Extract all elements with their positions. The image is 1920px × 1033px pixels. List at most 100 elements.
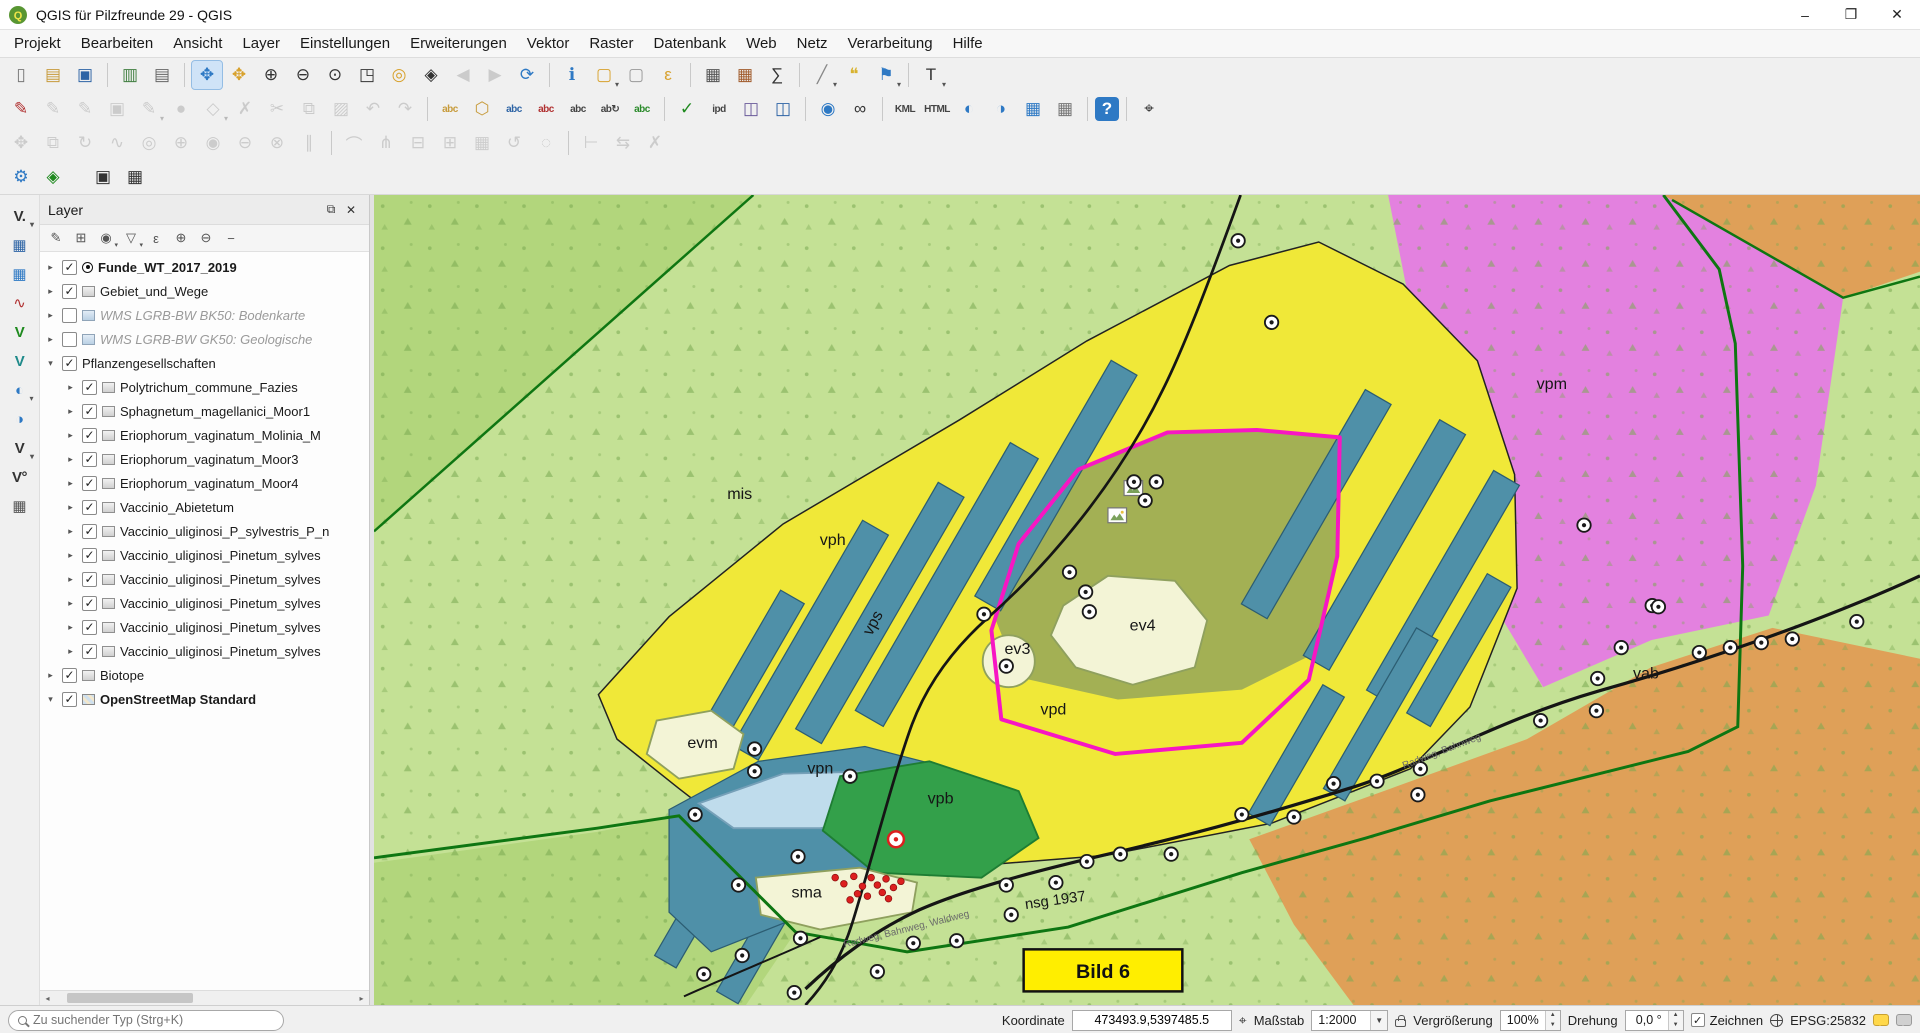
expander-icon[interactable]: ▾ <box>44 358 57 369</box>
map-canvas[interactable]: Radweg, Bahnweg, WaldwegRadweg, Bahnwegn… <box>374 195 1920 1005</box>
expander-icon[interactable]: ▸ <box>44 334 57 345</box>
expander-icon[interactable]: ▸ <box>64 382 77 393</box>
digitizing-dock-button[interactable]: ✎ <box>38 95 68 123</box>
layer-visibility-checkbox[interactable] <box>62 668 77 683</box>
layer-label[interactable]: Polytrichum_commune_Fazies <box>120 380 298 395</box>
vertex-editor-panel-button[interactable]: V. <box>6 203 34 229</box>
scroll-right-icon[interactable]: ▸ <box>354 991 369 1005</box>
layer-visibility-checkbox[interactable] <box>62 284 77 299</box>
menu-item[interactable]: Web <box>736 30 787 57</box>
layer-visibility-checkbox[interactable] <box>82 644 97 659</box>
select-features-button[interactable]: ▢ <box>589 61 619 89</box>
reshape-features-button[interactable]: ⌒ <box>339 129 369 157</box>
globe-add-button[interactable]: ◐ <box>6 377 34 403</box>
magnifier-spinbox[interactable]: 100% ▲▼ <box>1500 1010 1561 1031</box>
layer-label[interactable]: OpenStreetMap Standard <box>100 692 256 707</box>
new-project-button[interactable]: ▯ <box>6 61 36 89</box>
html-tools-button[interactable]: HTML <box>922 95 952 123</box>
locator-search-input[interactable] <box>33 1013 274 1027</box>
close-panel-icon[interactable]: ✕ <box>341 200 361 220</box>
maximize-button[interactable]: ❐ <box>1828 0 1874 30</box>
globe-standard-button[interactable]: ◑ <box>6 406 34 432</box>
expander-icon[interactable]: ▾ <box>44 694 57 705</box>
layer-tree-row[interactable]: ▸ WMS LGRB-BW BK50: Bodenkarte <box>40 303 369 327</box>
spin-buttons[interactable]: ▲▼ <box>1668 1011 1683 1030</box>
globe-view-b-button[interactable]: ◑ <box>986 95 1016 123</box>
layer-tree-row[interactable]: ▸ Gebiet_und_Wege <box>40 279 369 303</box>
manage-map-themes-button[interactable]: ◉ <box>95 227 117 249</box>
crs-value[interactable]: EPSG:25832 <box>1790 1013 1866 1028</box>
layer-tree-row[interactable]: ▸ Vaccinio_uliginosi_Pinetum_sylves <box>40 639 369 663</box>
layer-label[interactable]: Eriophorum_vaginatum_Moor4 <box>120 476 298 491</box>
paste-features-button[interactable]: ▨ <box>326 95 356 123</box>
coordinate-input[interactable] <box>1072 1010 1232 1031</box>
menu-item[interactable]: Verarbeitung <box>838 30 943 57</box>
layer-tree-row[interactable]: ▸ Eriophorum_vaginatum_Moor4 <box>40 471 369 495</box>
expander-icon[interactable]: ▸ <box>44 262 57 273</box>
close-button[interactable]: ✕ <box>1874 0 1920 30</box>
expander-icon[interactable]: ▸ <box>44 310 57 321</box>
expander-icon[interactable]: ▸ <box>64 622 77 633</box>
spin-buttons[interactable]: ▲▼ <box>1545 1011 1560 1030</box>
layer-label[interactable]: Gebiet_und_Wege <box>100 284 208 299</box>
delete-part-button[interactable]: ⊗ <box>262 129 292 157</box>
layer-label[interactable]: Eriophorum_vaginatum_Moor3 <box>120 452 298 467</box>
scroll-left-icon[interactable]: ◂ <box>40 991 55 1005</box>
layer-visibility-checkbox[interactable] <box>82 404 97 419</box>
expander-icon[interactable]: ▸ <box>64 454 77 465</box>
menu-item[interactable]: Netz <box>787 30 838 57</box>
layer-tree-row[interactable]: ▸ Biotope <box>40 663 369 687</box>
scale-combo[interactable]: 1:2000 ▼ <box>1311 1010 1388 1031</box>
kml-tools-button[interactable]: KML <box>890 95 920 123</box>
copy-move-feature-button[interactable]: ⧉ <box>38 129 68 157</box>
layers-panel-hscrollbar[interactable]: ◂ ▸ <box>40 990 369 1005</box>
scrollbar-track[interactable] <box>55 991 354 1005</box>
layer-tree-row[interactable]: ▸ Vaccinio_Abietetum <box>40 495 369 519</box>
layer-visibility-checkbox[interactable] <box>82 548 97 563</box>
cut-features-button[interactable]: ✂ <box>262 95 292 123</box>
minimize-button[interactable]: – <box>1782 0 1828 30</box>
grid-tools-a-button[interactable]: ▦ <box>1018 95 1048 123</box>
pin-unpin-labels-button[interactable]: abc <box>499 95 529 123</box>
locator-search[interactable] <box>8 1010 284 1031</box>
expander-icon[interactable]: ▸ <box>64 598 77 609</box>
layer-label[interactable]: Vaccinio_uliginosi_Pinetum_sylves <box>120 572 321 587</box>
offset-curve-button[interactable]: ∥ <box>294 129 324 157</box>
layer-visibility-checkbox[interactable] <box>82 524 97 539</box>
field-calculator-button[interactable]: ▦ <box>730 61 760 89</box>
layer-tree-row[interactable]: ▸ Sphagnetum_magellanici_Moor1 <box>40 399 369 423</box>
profile-tool-button[interactable]: ∿ <box>6 290 34 316</box>
layer-labeling-options-button[interactable]: abc <box>435 95 465 123</box>
help-contents-button[interactable]: ? <box>1095 97 1119 121</box>
globe-view-a-button[interactable]: ◐ <box>954 95 984 123</box>
layer-visibility-checkbox[interactable] <box>82 380 97 395</box>
photo-selection-tool-button[interactable]: ▦ <box>120 163 150 191</box>
messages-bubble-icon[interactable] <box>1873 1014 1889 1026</box>
layer-tree-row[interactable]: ▸ Vaccinio_uliginosi_Pinetum_sylves <box>40 615 369 639</box>
float-panel-icon[interactable]: ⧉ <box>321 200 341 220</box>
log-messages-icon[interactable] <box>1896 1014 1912 1026</box>
layer-tree-row[interactable]: ▾ Pflanzengesellschaften <box>40 351 369 375</box>
delete-selected-button[interactable]: ✗ <box>230 95 260 123</box>
save-project-button[interactable]: ▣ <box>70 61 100 89</box>
lock-scale-icon[interactable] <box>1395 1019 1406 1027</box>
zoom-out-button[interactable]: ⊖ <box>288 61 318 89</box>
layer-visibility-checkbox[interactable] <box>82 476 97 491</box>
menu-item[interactable]: Datenbank <box>644 30 737 57</box>
processing-toolbox-button[interactable]: ⚙ <box>6 163 36 191</box>
pan-map-button[interactable]: ✥ <box>192 61 222 89</box>
open-attribute-table-button[interactable]: ▦ <box>698 61 728 89</box>
chevron-down-icon[interactable]: ▼ <box>1370 1011 1387 1030</box>
layer-visibility-checkbox[interactable] <box>82 572 97 587</box>
vector-dropdown-button[interactable]: V <box>6 435 34 461</box>
vertex-tool-button[interactable]: ◇ <box>198 95 228 123</box>
expander-icon[interactable]: ▸ <box>64 550 77 561</box>
layer-label[interactable]: WMS LGRB-BW BK50: Bodenkarte <box>100 308 305 323</box>
deselect-features-button[interactable]: ▢ <box>621 61 651 89</box>
layer-label[interactable]: Sphagnetum_magellanici_Moor1 <box>120 404 310 419</box>
layer-visibility-checkbox[interactable] <box>62 356 77 371</box>
grid-tools-blue-a-button[interactable]: ▦ <box>6 232 34 258</box>
vector-tool-teal-button[interactable]: V <box>6 348 34 374</box>
layer-label[interactable]: Vaccinio_Abietetum <box>120 500 234 515</box>
layer-tree-row[interactable]: ▸ Vaccinio_uliginosi_Pinetum_sylves <box>40 543 369 567</box>
